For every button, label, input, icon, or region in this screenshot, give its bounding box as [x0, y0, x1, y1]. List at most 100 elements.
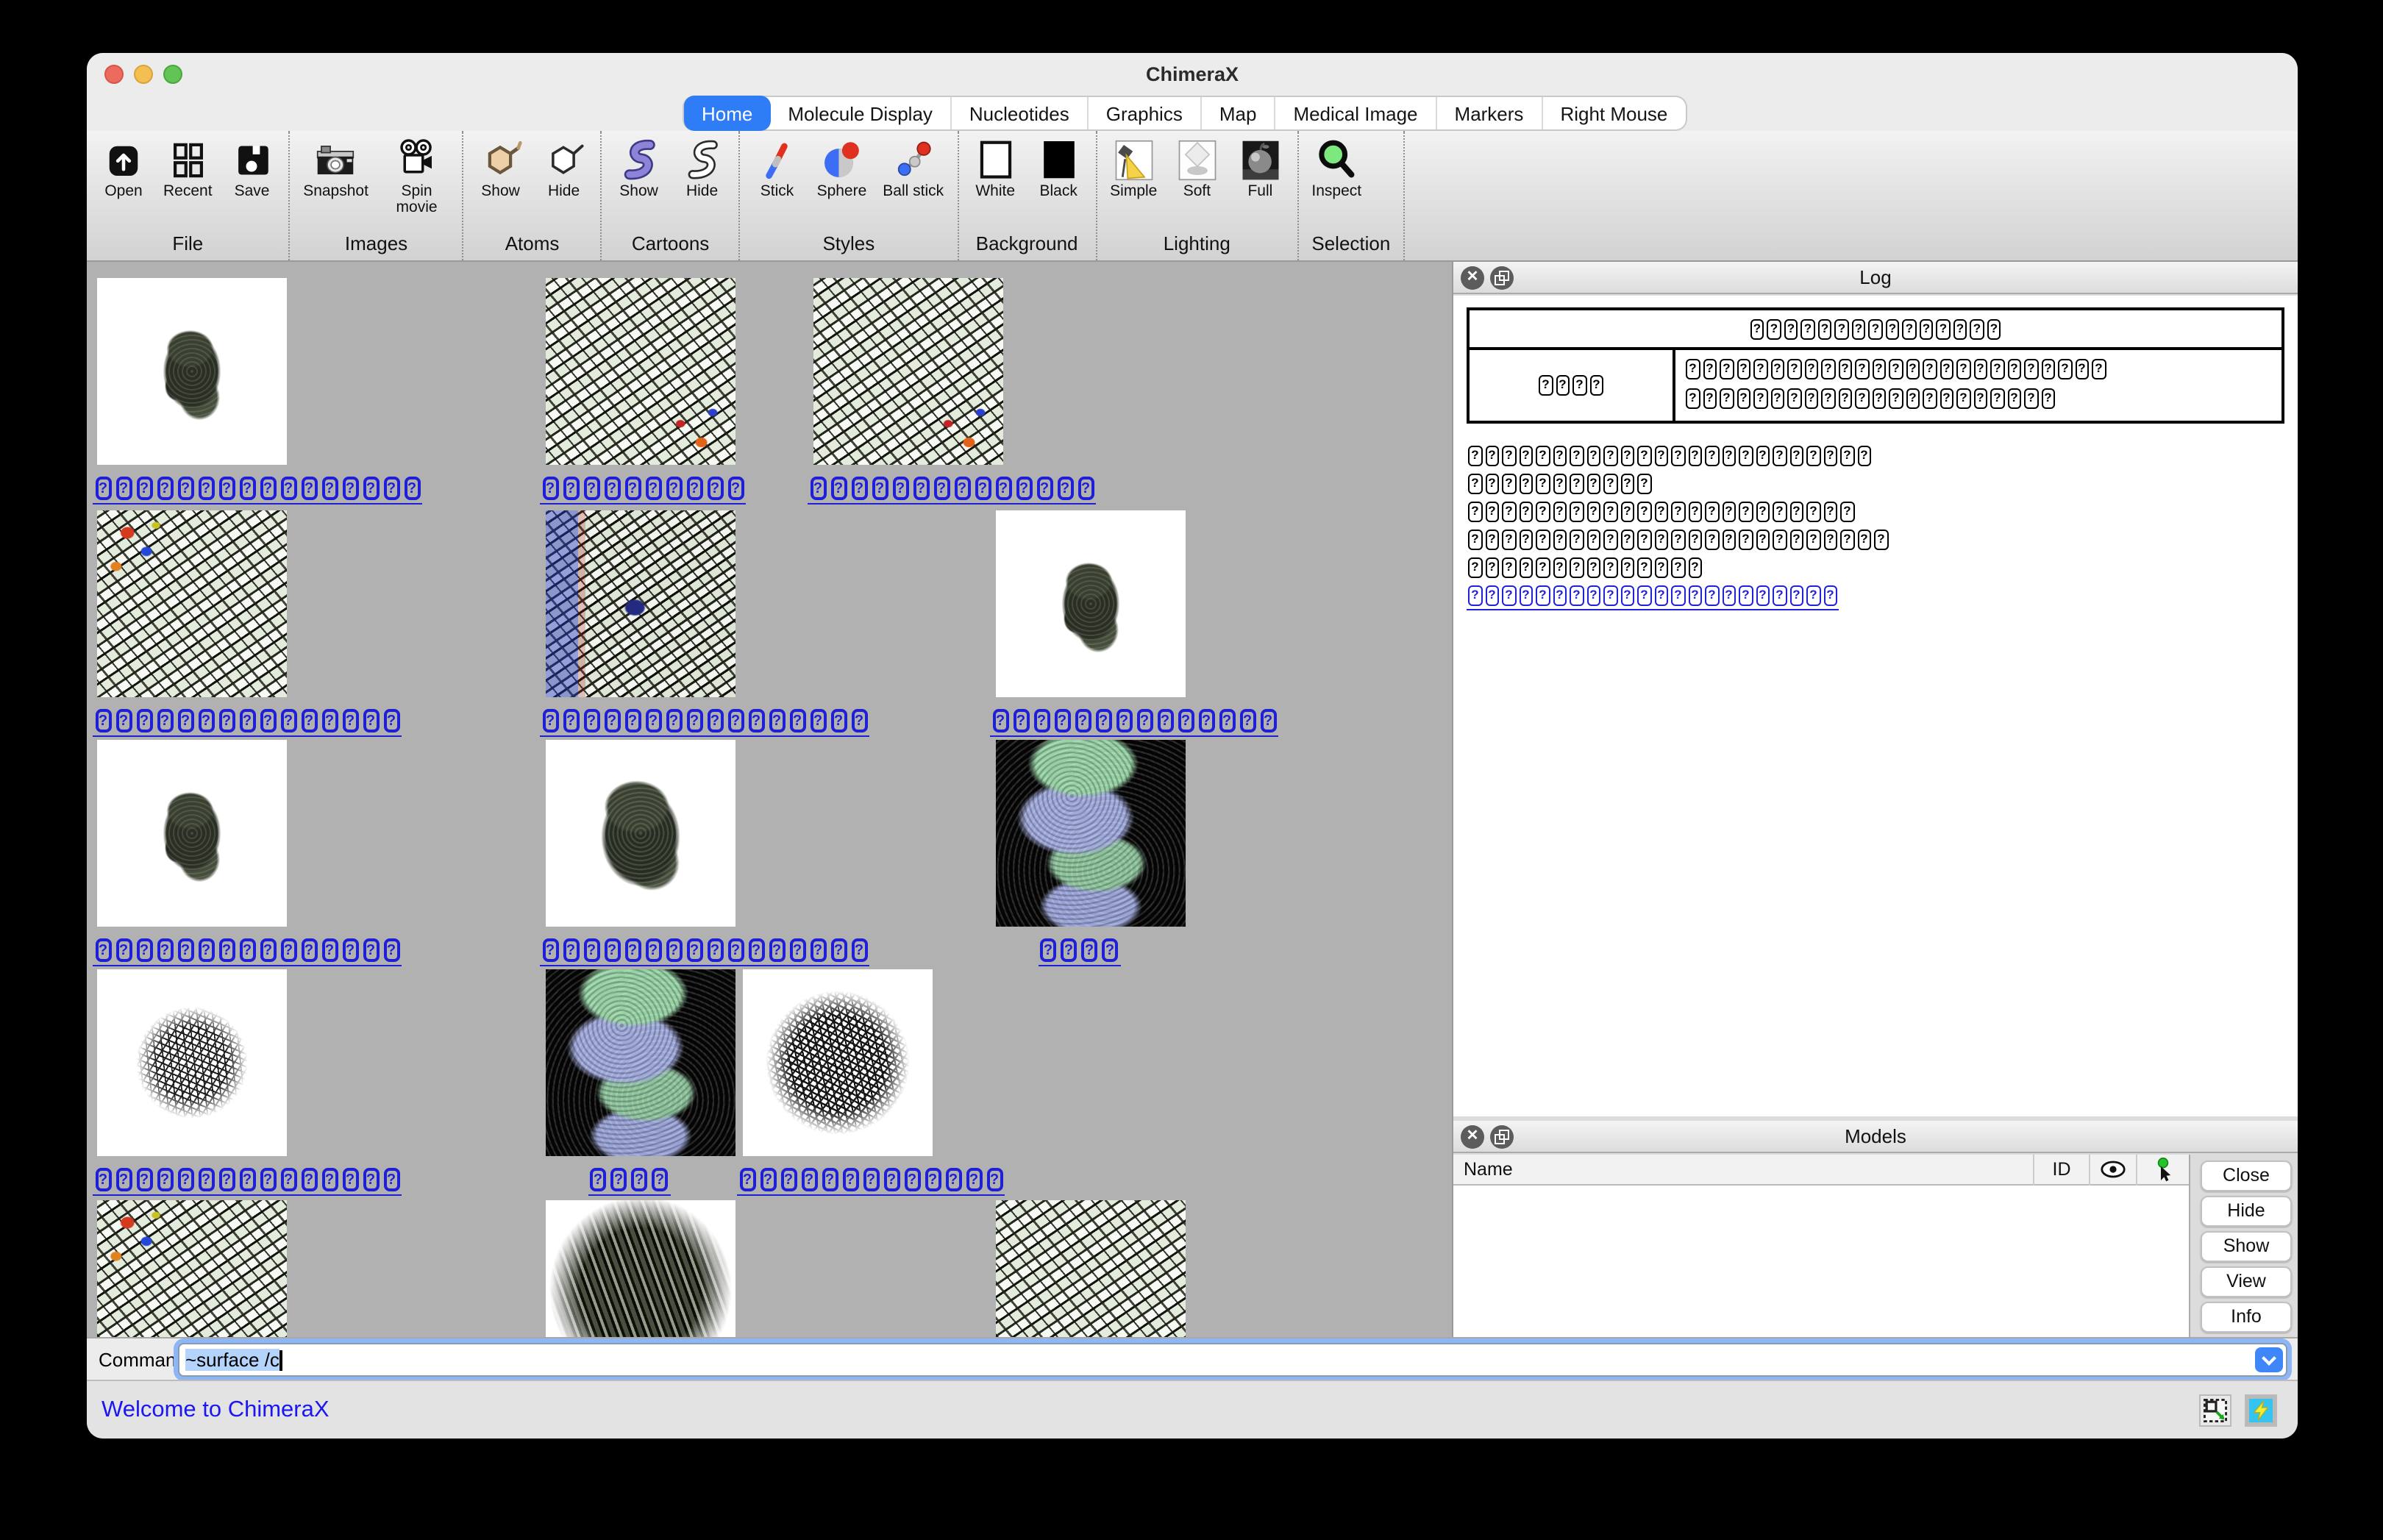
missing-glyph-box: ? [1686, 388, 1700, 409]
missing-glyph-box: ? [1570, 585, 1584, 606]
missing-glyph-box: ? [801, 1168, 817, 1191]
toolbar-button-selection-inspect[interactable]: Inspect [1311, 138, 1361, 200]
models-show-button[interactable]: Show [2201, 1231, 2292, 1262]
toolbar-button-styles-ball-stick[interactable]: Ball stick [883, 138, 944, 200]
log-link-line[interactable]: ?????????????????????? [1467, 582, 2284, 610]
models-close-button[interactable]: Close [2201, 1161, 2292, 1191]
toolbar-button-atoms-hide[interactable]: Hide [541, 138, 588, 200]
history-thumbnail-caption-link[interactable]: ??????????????? [93, 937, 402, 966]
history-thumbnail[interactable] [546, 510, 735, 697]
tab-medical-image[interactable]: Medical Image [1275, 97, 1436, 129]
tab-molecule-display[interactable]: Molecule Display [770, 97, 952, 129]
missing-glyph-box: ? [1260, 709, 1276, 732]
history-thumbnail-caption-link[interactable]: ???? [1038, 937, 1120, 966]
history-thumbnail[interactable] [97, 740, 287, 927]
toolbar-button-lighting-soft[interactable]: Soft [1173, 138, 1220, 200]
toolbar-button-atoms-show[interactable]: Show [477, 138, 524, 200]
tab-markers[interactable]: Markers [1437, 97, 1543, 129]
history-thumbnail[interactable] [546, 1200, 735, 1337]
history-thumbnail[interactable] [996, 510, 1186, 697]
history-thumbnail[interactable] [546, 278, 735, 465]
toolbar-button-label: Snapshot [303, 184, 368, 200]
history-thumbnail-caption-link[interactable]: ??????????????? [93, 707, 402, 737]
history-thumbnail-caption-link[interactable]: ?????????? [540, 475, 746, 505]
models-info-button[interactable]: Info [2201, 1302, 2292, 1333]
toolbar-button-styles-sphere[interactable]: Sphere [817, 138, 867, 200]
history-thumbnail-caption-link[interactable]: ???????????????? [540, 937, 869, 966]
missing-glyph-box: ? [342, 477, 358, 500]
toolbar-button-file-open[interactable]: Open [100, 138, 147, 200]
chimerax-window: ChimeraX HomeMolecule DisplayNucleotides… [87, 53, 2298, 1439]
models-table[interactable]: Name ID [1453, 1155, 2190, 1337]
log-table-cell-line: ?????????????????????? [1684, 385, 2273, 415]
tab-home[interactable]: Home [684, 96, 770, 131]
toolbar-button-file-save[interactable]: Save [229, 138, 276, 200]
ribbon-filled-icon [616, 138, 663, 182]
fast-lightning-icon[interactable] [2245, 1394, 2277, 1427]
history-thumbnail-caption-link[interactable]: ????????????? [737, 1166, 1005, 1196]
missing-glyph-box: ? [666, 938, 682, 962]
toolbar-button-cartoons-show[interactable]: Show [616, 138, 663, 200]
models-view-button[interactable]: View [2201, 1266, 2292, 1297]
history-thumbnail[interactable] [813, 278, 1003, 465]
toolbar-button-background-black[interactable]: Black [1035, 138, 1082, 200]
history-thumbnail[interactable] [97, 510, 287, 697]
select-hand-icon[interactable] [2136, 1154, 2189, 1185]
missing-glyph-box: ? [1688, 502, 1702, 522]
missing-glyph-box: ? [95, 1168, 111, 1191]
missing-glyph-box: ? [645, 938, 661, 962]
history-thumbnail[interactable] [97, 1200, 287, 1337]
history-thumbnail-caption-link[interactable]: ???????????????? [540, 707, 869, 737]
column-id[interactable]: ID [2033, 1154, 2089, 1185]
missing-glyph-box: ? [1686, 359, 1700, 379]
log-link[interactable]: ?????????????????????? [1467, 582, 1839, 610]
history-thumbnail-caption-link[interactable]: ???????????????? [93, 475, 422, 505]
missing-glyph-box: ? [1801, 319, 1815, 340]
missing-glyph-box: ? [1756, 530, 1770, 550]
missing-glyph-box: ? [913, 477, 929, 500]
toolbar-button-cartoons-hide[interactable]: Hide [679, 138, 726, 200]
missing-glyph-box: ? [1536, 446, 1550, 466]
missing-glyph-box: ? [1773, 502, 1787, 522]
missing-glyph-box: ? [115, 709, 132, 732]
history-thumbnail-caption-link[interactable]: ???? [588, 1166, 670, 1196]
log-content[interactable]: ??????????????? ???? ???????????????????… [1453, 296, 2298, 1116]
tab-map[interactable]: Map [1202, 97, 1276, 129]
missing-glyph-box: ? [1722, 530, 1736, 550]
missing-glyph-box: ? [604, 477, 620, 500]
history-thumbnail-caption-link[interactable]: ?????????????? [990, 707, 1278, 737]
history-thumbnail[interactable] [546, 740, 735, 927]
toolbar-button-images-snapshot[interactable]: Snapshot [304, 138, 368, 200]
column-name[interactable]: Name [1453, 1159, 2033, 1180]
toolbar-button-label: Show [481, 184, 520, 200]
tab-graphics[interactable]: Graphics [1089, 97, 1202, 129]
toolbar-button-background-white[interactable]: White [972, 138, 1019, 200]
tab-nucleotides[interactable]: Nucleotides [952, 97, 1089, 129]
toolbar-button-label: Save [235, 184, 270, 200]
missing-glyph-box: ? [1838, 359, 1852, 379]
missing-glyph-box: ? [1821, 359, 1835, 379]
history-thumbnail[interactable] [97, 969, 287, 1156]
missing-glyph-box: ? [1705, 446, 1719, 466]
history-thumbnail[interactable] [996, 1200, 1186, 1337]
toolbar-button-file-recent[interactable]: Recent [163, 138, 213, 200]
command-input[interactable]: ~surface /c [178, 1343, 2287, 1377]
toolbar-button-images-spin-movie[interactable]: Spin movie [385, 138, 449, 216]
command-history-dropdown[interactable] [2255, 1347, 2283, 1372]
history-thumbnail-caption-link[interactable]: ??????????????? [93, 1166, 402, 1196]
toolbar-button-styles-stick[interactable]: Stick [754, 138, 801, 200]
history-thumbnail[interactable] [743, 969, 933, 1156]
history-thumbnail[interactable] [996, 740, 1186, 927]
resize-region-icon[interactable] [2199, 1394, 2231, 1427]
toolbar-button-lighting-full[interactable]: Full [1236, 138, 1283, 200]
history-thumbnail[interactable] [97, 278, 287, 465]
missing-glyph-box: ? [1637, 474, 1651, 494]
ball-stick-icon [890, 138, 937, 182]
history-thumbnail[interactable] [546, 969, 735, 1156]
toolbar-button-lighting-simple[interactable]: Simple [1110, 138, 1157, 200]
eye-icon[interactable] [2089, 1154, 2136, 1185]
models-hide-button[interactable]: Hide [2201, 1196, 2292, 1227]
missing-glyph-box: ? [1838, 388, 1852, 409]
history-thumbnail-caption-link[interactable]: ?????????????? [808, 475, 1096, 505]
tab-right-mouse[interactable]: Right Mouse [1542, 97, 1685, 129]
